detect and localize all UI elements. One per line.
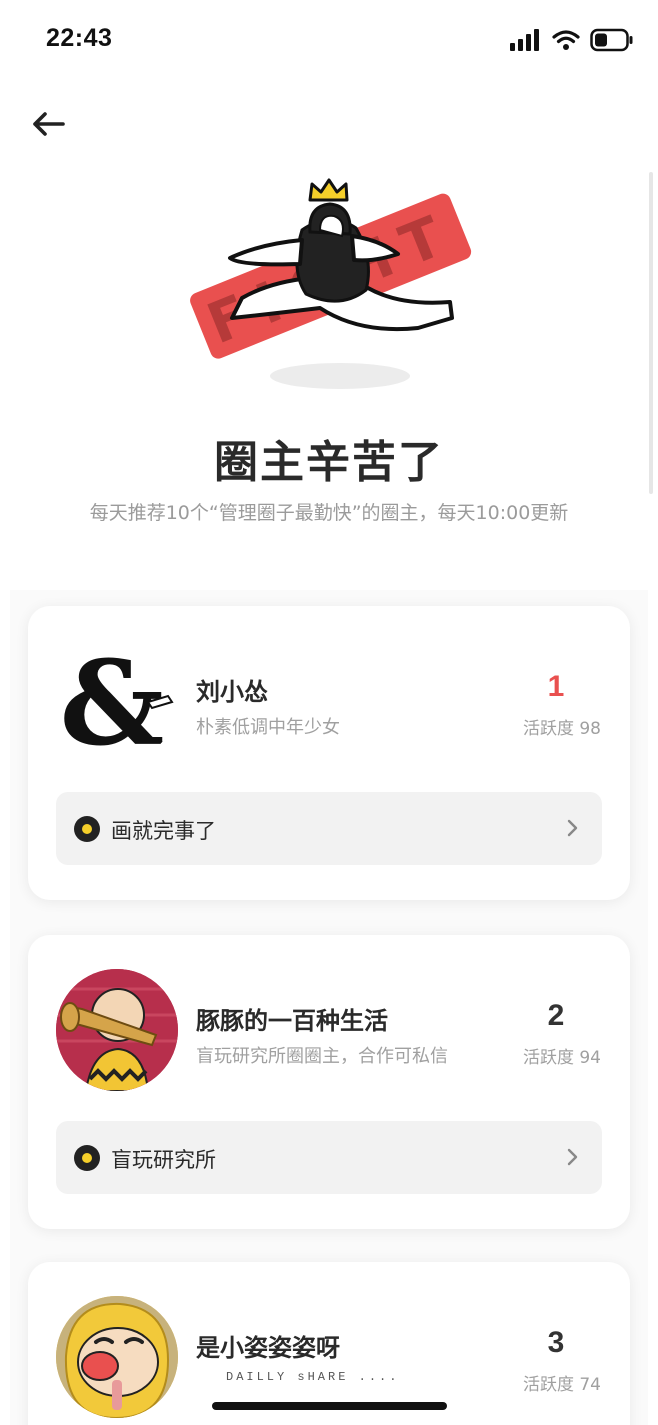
activity-score: 活跃度 98 bbox=[522, 719, 601, 739]
avatar[interactable]: & bbox=[56, 640, 178, 762]
user-bio: 盲玩研究所圈圈主，合作可私信 bbox=[196, 1046, 448, 1067]
leader-card[interactable]: 是小姿姿姿呀 3 活跃度 74 bbox=[28, 1262, 630, 1425]
watermark: DAILLY sHARE .... bbox=[226, 1370, 400, 1384]
status-time: 22:43 bbox=[46, 24, 113, 52]
circle-name: 盲玩研究所 bbox=[111, 1148, 216, 1172]
ampersand-avatar-icon: & bbox=[60, 640, 178, 762]
chevron-right-icon bbox=[567, 819, 578, 837]
back-arrow-icon bbox=[33, 112, 65, 136]
user-name: 刘小怂 bbox=[196, 678, 268, 706]
cartoon-child-avatar-icon bbox=[56, 1296, 178, 1418]
circle-badge-icon bbox=[74, 816, 100, 842]
signal-icon bbox=[510, 29, 539, 51]
user-name: 是小姿姿姿呀 bbox=[196, 1334, 340, 1362]
leader-card[interactable]: & 刘小怂 朴素低调中年少女 1 活跃度 98 画就完事了 bbox=[28, 606, 630, 900]
cartoon-trombone-avatar-icon bbox=[56, 969, 178, 1091]
hero-illustration: FIGHT bbox=[170, 170, 490, 400]
back-button[interactable] bbox=[28, 106, 68, 142]
leader-card[interactable]: 豚豚的一百种生活 盲玩研究所圈圈主，合作可私信 2 活跃度 94 盲玩研究所 bbox=[28, 935, 630, 1229]
circle-name: 画就完事了 bbox=[111, 819, 216, 843]
wifi-icon bbox=[552, 30, 580, 50]
user-bio: 朴素低调中年少女 bbox=[196, 717, 340, 738]
rank-number: 3 bbox=[547, 1326, 565, 1359]
rank-number: 1 bbox=[547, 670, 565, 703]
circle-link[interactable]: 盲玩研究所 bbox=[56, 1121, 602, 1194]
page-title: 圈主辛苦了 bbox=[214, 437, 444, 488]
battery-icon bbox=[590, 28, 633, 52]
user-name: 豚豚的一百种生活 bbox=[196, 1007, 388, 1035]
circle-link[interactable]: 画就完事了 bbox=[56, 792, 602, 865]
avatar[interactable] bbox=[56, 969, 178, 1091]
page-subtitle: 每天推荐10个“管理圈子最勤快”的圈主，每天10:00更新 bbox=[89, 502, 569, 524]
avatar[interactable] bbox=[56, 1296, 178, 1418]
activity-score: 活跃度 94 bbox=[522, 1048, 601, 1068]
chevron-right-icon bbox=[567, 1148, 578, 1166]
rank-number: 2 bbox=[547, 999, 565, 1032]
status-icons bbox=[510, 28, 634, 52]
status-bar: 22:43 bbox=[0, 0, 658, 80]
circle-badge-icon bbox=[74, 1145, 100, 1171]
activity-score: 活跃度 74 bbox=[522, 1375, 601, 1395]
home-indicator[interactable] bbox=[212, 1402, 447, 1410]
